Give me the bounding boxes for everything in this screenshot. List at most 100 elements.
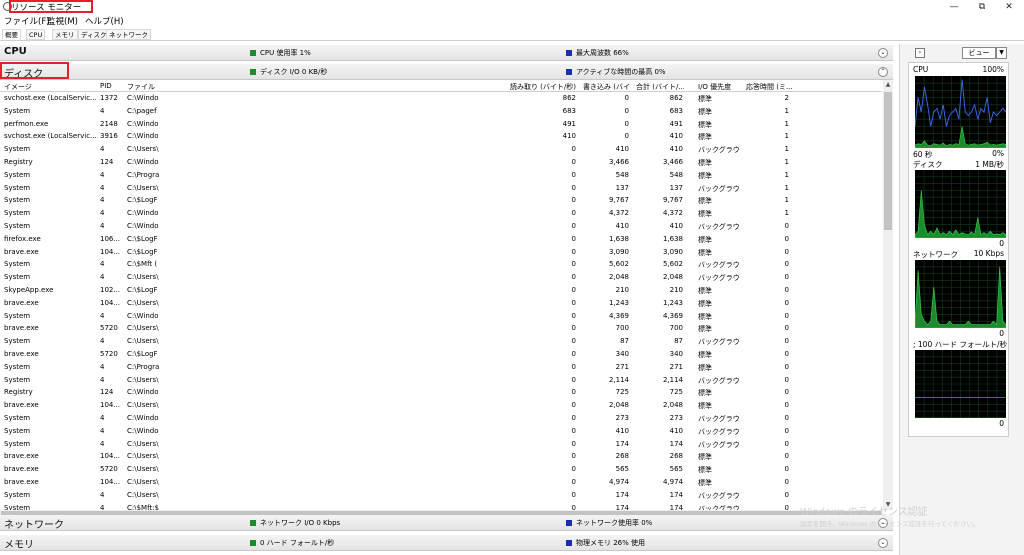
table-row[interactable]: svchost.exe (LocalServic... 1372 C:\Windo 8… [0,92,882,105]
cell-file: C:\Windo [127,221,159,230]
cell-file: C:\Progra [127,170,159,179]
table-row[interactable]: brave.exe 5720 C:\Users\ 0 700 700 標準 0 [0,322,882,335]
cpu-usage-stat: CPU 使用率 1% [250,48,311,58]
cell-total: 725 [669,388,683,397]
table-row[interactable]: System 4 C:\Users\ 0 137 137 バックグラウン... 1 [0,182,882,195]
cell-total: 862 [669,94,683,102]
cell-write: 271 [615,362,629,371]
table-row[interactable]: brave.exe 5720 C:\Users\ 0 565 565 標準 0 [0,463,882,476]
table-row[interactable]: System 4 C:\Progra 0 271 271 標準 0 [0,361,882,374]
cell-write: 0 [624,106,629,115]
network-section-header[interactable]: ネットワーク ネットワーク I/O 0 Kbps ネットワーク使用率 0% ⌄ [0,515,893,531]
cell-io-priority: バックグラウン... [698,146,740,155]
chevron-down-icon[interactable]: ⌄ [878,538,888,548]
cpu-frequency-stat: 最大周波数 66% [566,48,629,58]
graph-label: CPU [913,65,929,74]
scroll-up-arrow-icon[interactable]: ▲ [883,80,893,90]
table-row[interactable]: firefox.exe 106... C:\$LogF 0 1,638 1,638 標準 0 [0,233,882,246]
table-row[interactable]: System 4 C:\Users\ 0 2,048 2,048 バックグラウン... 0 [0,271,882,284]
chevron-down-icon[interactable]: ⌄ [878,48,888,58]
cpu-section-header[interactable]: CPU CPU 使用率 1% 最大周波数 66% ⌄ [0,45,893,61]
menu-help[interactable]: ヘルプ(H) [85,15,124,27]
table-row[interactable]: System 4 C:\pagef 683 0 683 標準 1 [0,105,882,118]
table-row[interactable]: System 4 C:\Users\ 0 174 174 バックグラウン... 0 [0,489,882,502]
table-row[interactable]: System 4 C:\Windo 0 273 273 バックグラウン... 0 [0,412,882,425]
cell-io-priority: 標準 [698,235,712,244]
scroll-thumb[interactable] [884,92,892,230]
cell-pid: 4 [100,145,105,154]
cell-write: 2,048 [608,401,629,410]
table-row[interactable]: System 4 C:\$Mft (0 5,602 5,602 バックグラウン... 0 [0,258,882,271]
tab-disk[interactable]: ディスク [78,29,110,40]
cell-read: 0 [571,439,576,448]
table-row[interactable]: perfmon.exe 2148 C:\Windo 491 0 491 標準 1 [0,118,882,131]
menu-file[interactable]: ファイル(F) [4,15,50,27]
disk-section-header[interactable]: ディスク ディスク I/O 0 KB/秒 アクティブな時間の最高 0% ⌃ [0,64,893,80]
menu-monitor[interactable]: 監視(M) [47,15,78,27]
minimize-button[interactable]: — [939,0,969,14]
col-file[interactable]: ファイル [127,82,487,92]
table-row[interactable]: System 4 C:\Users\ 0 410 410 バックグラウン... 1 [0,143,882,156]
maximize-button[interactable]: ⧉ [967,0,997,14]
cell-io-priority: 標準 [698,389,712,398]
close-button[interactable]: ✕ [994,0,1024,14]
title-bar: リソース モニター — ⧉ ✕ [0,0,1024,14]
table-row[interactable]: brave.exe 104... C:\Users\ 0 1,243 1,243 標準 0 [0,297,882,310]
col-read[interactable]: 読み取り (バイト/秒) [496,82,576,92]
tab-memory[interactable]: メモリ [52,29,78,40]
table-row[interactable]: brave.exe 104... C:\$LogF 0 3,090 3,090 標準 0 [0,246,882,259]
cell-pid: 102... [100,285,121,294]
tab-cpu[interactable]: CPU [26,29,46,40]
cell-file: C:\$LogF [127,247,158,256]
table-row[interactable]: Registry 124 C:\Windo 0 725 725 標準 0 [0,386,882,399]
cell-write: 548 [615,170,629,179]
table-row[interactable]: brave.exe 104... C:\Users\ 0 2,048 2,048 標準 0 [0,399,882,412]
table-row[interactable]: System 4 C:\Users\ 0 174 174 バックグラウン... 0 [0,438,882,451]
tab-network[interactable]: ネットワーク [106,29,151,40]
col-io-priority[interactable]: I/O 優先度 [698,82,742,92]
col-total[interactable]: 合計 (バイト/... [636,82,684,92]
expand-pane-icon[interactable]: › [915,48,925,58]
col-response-time[interactable]: 応答時間 (ミ... [746,82,792,92]
cell-pid: 4 [100,196,105,205]
table-row[interactable]: System4C:\$Mft:$BITMAP0174174バックグラウン...0 [0,502,882,511]
cell-pid: 4 [100,311,105,320]
table-row[interactable]: svchost.exe (LocalServic... 3916 C:\Windo 4… [0,130,882,143]
memory-section-header[interactable]: メモリ 0 ハード フォールト/秒 物理メモリ 26% 使用 ⌄ [0,535,893,551]
view-button[interactable]: ビュー [962,47,996,59]
table-row[interactable]: Registry 124 C:\Windo 0 3,466 3,466 標準 1 [0,156,882,169]
tab-overview[interactable]: 概要 [2,29,21,40]
network-io-stat: ネットワーク I/O 0 Kbps [250,518,340,528]
cell-file: C:\Users\ [127,452,159,461]
col-image[interactable]: イメージ [4,82,94,92]
chevron-up-icon[interactable]: ⌃ [878,67,888,77]
table-row[interactable]: System 4 C:\Users\ 0 2,114 2,114 バックグラウン... 0 [0,374,882,387]
network-usage-stat: ネットワーク使用率 0% [566,518,652,528]
vertical-scrollbar[interactable]: ▲ ▼ [883,80,893,510]
table-row[interactable]: brave.exe 104... C:\Users\ 0 268 268 標準 0 [0,450,882,463]
cell-pid: 1372 [100,94,118,102]
table-row[interactable]: System 4 C:\Windo 0 410 410 バックグラウン... 0 [0,220,882,233]
table-row[interactable]: System 4 C:\Windo 0 4,372 4,372 標準 1 [0,207,882,220]
cell-pid: 4 [100,221,105,230]
table-row[interactable]: SkypeApp.exe 102... C:\$LogF 0 210 210 標準 0 [0,284,882,297]
cell-response-time: 0 [784,247,789,256]
table-row[interactable]: brave.exe 104... C:\Users\ 0 4,974 4,974 標準 0 [0,476,882,489]
activation-watermark-text: 設定を開き、Windows のライセンス認証を行ってください。 [800,520,980,528]
col-write[interactable]: 書き込み (バイ... [583,82,629,92]
col-pid[interactable]: PID [100,82,124,90]
table-row[interactable]: System 4 C:\$LogF 0 9,767 9,767 標準 1 [0,194,882,207]
table-row[interactable]: brave.exe 5720 C:\$LogF 0 340 340 標準 0 [0,348,882,361]
network-usage-text: ネットワーク使用率 0% [576,519,653,527]
table-row[interactable]: System 4 C:\Windo 0 4,369 4,369 標準 0 [0,310,882,323]
cell-response-time: 0 [784,349,789,358]
table-row[interactable]: System 4 C:\Windo 0 410 410 バックグラウン... 0 [0,425,882,438]
cell-pid: 5720 [100,324,118,333]
activation-watermark-title: Windows のライセンス認証 [800,507,928,518]
cell-pid: 4 [100,106,105,115]
cell-total: 3,090 [662,247,683,256]
cell-io-priority: 標準 [698,210,712,219]
view-dropdown-icon[interactable]: ▼ [996,47,1007,59]
table-row[interactable]: System 4 C:\Users\ 0 87 87 バックグラウン... 0 [0,335,882,348]
table-row[interactable]: System 4 C:\Progra 0 548 548 標準 1 [0,169,882,182]
